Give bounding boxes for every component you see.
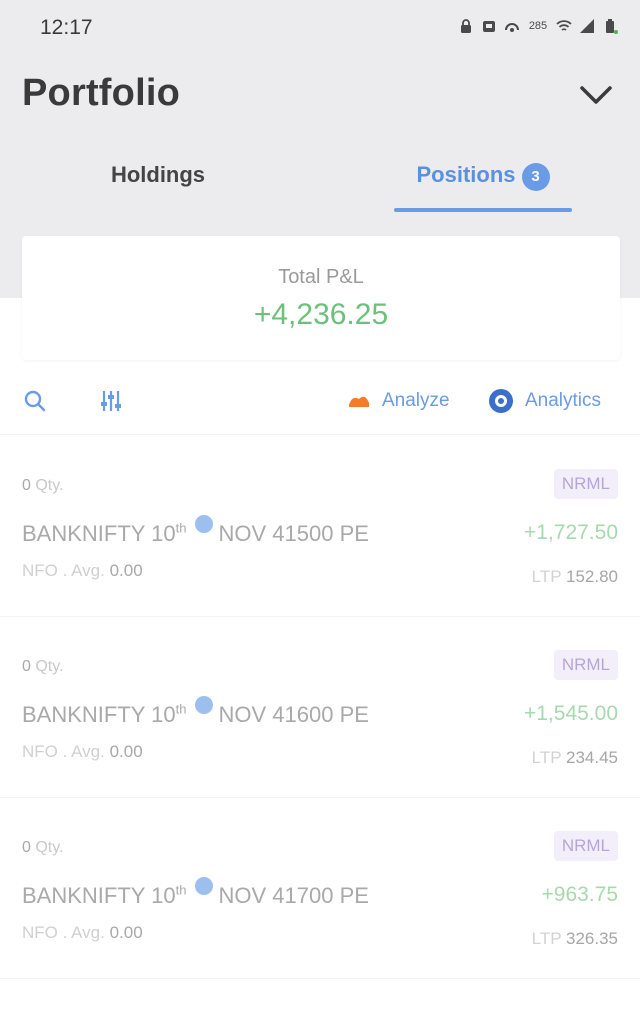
analyze-label: Analyze bbox=[382, 390, 450, 411]
position-meta: NFO . Avg. 0.00 bbox=[22, 561, 143, 580]
weekly-expiry-dot-icon bbox=[194, 696, 213, 714]
position-ltp: LTP 152.80 bbox=[531, 567, 618, 586]
product-badge: NRML bbox=[553, 831, 618, 861]
positions-count-badge: 3 bbox=[521, 163, 550, 191]
page-title: Portfolio bbox=[22, 72, 180, 114]
active-tab-indicator bbox=[394, 208, 572, 212]
search-icon[interactable] bbox=[22, 388, 48, 414]
position-row[interactable]: 0 Qty. BANKNIFTY 10th NOV 41500 PE NFO . … bbox=[0, 437, 640, 617]
position-symbol: BANKNIFTY 10th NOV 41600 PE bbox=[22, 696, 369, 728]
position-row[interactable]: 0 Qty. BANKNIFTY 10th NOV 41600 PE NFO . … bbox=[0, 618, 640, 798]
status-time: 12:17 bbox=[40, 16, 93, 39]
positions-toolbar: Analyze Analytics bbox=[0, 378, 640, 424]
notification-icon bbox=[483, 21, 495, 32]
status-bar: 12:17 285 bbox=[0, 0, 640, 56]
position-ltp: LTP 234.45 bbox=[531, 748, 618, 767]
product-badge: NRML bbox=[553, 650, 618, 680]
portfolio-tabs: Holdings Positions 3 bbox=[0, 148, 640, 214]
position-pnl: +963.75 bbox=[541, 883, 619, 906]
position-pnl: +1,727.50 bbox=[523, 521, 618, 544]
analytics-label: Analytics bbox=[525, 390, 602, 411]
tab-holdings[interactable]: Holdings bbox=[58, 148, 258, 214]
analytics-icon bbox=[489, 389, 513, 413]
total-pnl-card: Total P&L +4,236.25 bbox=[22, 236, 620, 360]
weekly-expiry-dot-icon bbox=[194, 877, 213, 895]
position-qty: 0 Qty. bbox=[22, 839, 64, 856]
position-ltp: LTP 326.35 bbox=[531, 929, 618, 948]
position-symbol: BANKNIFTY 10th NOV 41700 PE bbox=[22, 877, 369, 909]
position-meta: NFO . Avg. 0.00 bbox=[22, 923, 143, 942]
product-badge: NRML bbox=[553, 469, 618, 499]
sensibull-icon bbox=[349, 396, 369, 407]
data-speed-icon: 285 bbox=[528, 20, 548, 32]
analytics-button[interactable]: Analytics bbox=[487, 388, 601, 414]
total-pnl-label: Total P&L bbox=[278, 266, 364, 288]
position-qty: 0 Qty. bbox=[22, 477, 64, 494]
position-symbol: BANKNIFTY 10th NOV 41500 PE bbox=[22, 515, 369, 547]
position-pnl: +1,545.00 bbox=[523, 702, 618, 725]
filter-icon[interactable] bbox=[98, 388, 124, 414]
tab-holdings-label: Holdings bbox=[110, 162, 206, 187]
analyze-button[interactable]: Analyze bbox=[346, 388, 450, 414]
lock-icon bbox=[461, 19, 471, 33]
chevron-down-icon[interactable] bbox=[578, 80, 614, 110]
hotspot-icon bbox=[505, 23, 519, 32]
header: Portfolio bbox=[0, 66, 640, 126]
status-icons: 285 bbox=[458, 18, 618, 34]
battery-icon bbox=[606, 19, 618, 34]
signal-icon bbox=[580, 19, 594, 33]
position-row[interactable]: 0 Qty. BANKNIFTY 10th NOV 41700 PE NFO . … bbox=[0, 799, 640, 979]
toolbar-divider bbox=[0, 434, 640, 435]
position-meta: NFO . Avg. 0.00 bbox=[22, 742, 143, 761]
position-qty: 0 Qty. bbox=[22, 658, 64, 675]
total-pnl-value: +4,236.25 bbox=[253, 298, 389, 331]
weekly-expiry-dot-icon bbox=[194, 515, 213, 533]
wifi-icon bbox=[556, 20, 572, 31]
tab-positions[interactable]: Positions 3 bbox=[394, 148, 572, 214]
tab-positions-label: Positions bbox=[416, 162, 516, 187]
